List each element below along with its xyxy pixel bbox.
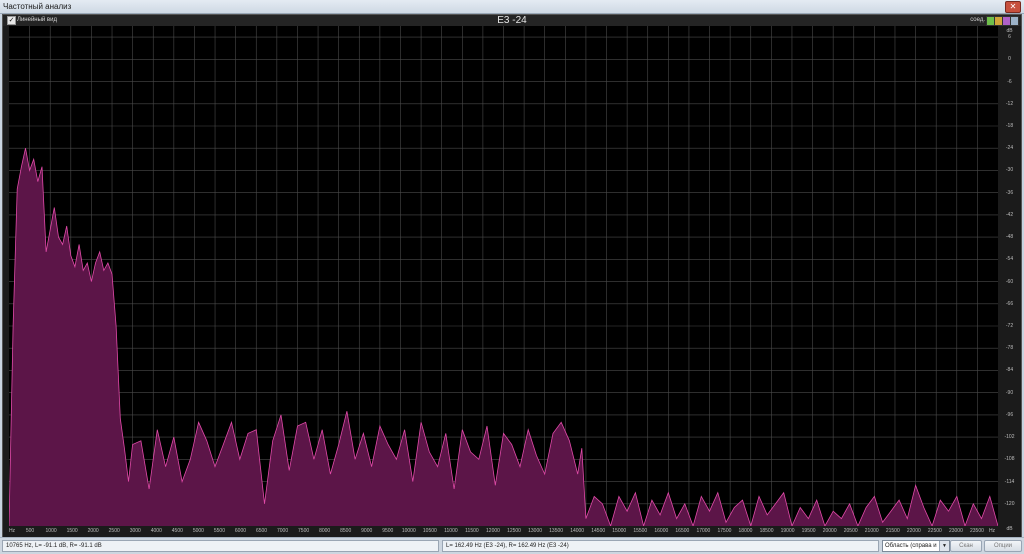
spectrum-panel: ✓ Линейный вид E3 -24 соед. dB dB 6 0 -6 -1…	[2, 14, 1022, 540]
x-tick-label: 18500	[759, 528, 774, 534]
x-tick-label: 1500	[66, 528, 78, 534]
x-tick-label: 21500	[885, 528, 900, 534]
y-tick-label: -36	[1005, 189, 1014, 196]
x-tick-label: 13000	[528, 528, 543, 534]
spectrum-chart	[9, 26, 998, 526]
window-titlebar: Частотный анализ ✕	[0, 0, 1024, 14]
x-axis: Hz Hz 500 1000 1500 2000 2500 3000 4000 4500 500…	[9, 526, 998, 537]
x-tick-label: 7000	[276, 528, 289, 534]
x-tick-label: 17500	[717, 528, 732, 534]
x-tick-label: 8500	[340, 528, 352, 534]
x-tick-label: 20500	[843, 528, 858, 534]
x-tick-label: 5500	[213, 528, 225, 534]
y-tick-label: 0	[1008, 56, 1011, 63]
x-tick-label: 5000	[192, 528, 204, 534]
peak-readout: L= 162.49 Hz (E3 -24), R= 162.49 Hz (E3 …	[442, 540, 879, 552]
x-tick-label: 19500	[801, 528, 816, 534]
x-tick-label: 14000	[570, 528, 585, 534]
y-tick-label: -96	[1005, 411, 1014, 418]
x-tick-label: 15500	[633, 528, 648, 534]
x-tick-label: 14500	[591, 528, 606, 534]
close-button[interactable]: ✕	[1005, 1, 1021, 13]
x-tick-label: 20000	[822, 528, 837, 534]
region-select[interactable]: Область (справа и ▼	[882, 540, 950, 552]
x-tick-label: 17000	[696, 528, 711, 534]
options-button[interactable]: Опции	[984, 540, 1022, 552]
spectrum-toolbar: ✓ Линейный вид E3 -24 соед.	[3, 15, 1021, 26]
x-tick-label: 19000	[780, 528, 795, 534]
x-tick-label: 6500	[255, 528, 268, 534]
y-unit-top: dB	[1006, 28, 1013, 34]
x-tick-label: 2500	[108, 528, 120, 534]
x-tick-label: 4500	[171, 528, 183, 534]
y-tick-label: -72	[1005, 323, 1014, 329]
x-tick-label: 23500	[970, 528, 984, 534]
spectrum-plot[interactable]	[9, 26, 998, 540]
y-tick-label: -6	[1007, 78, 1012, 85]
x-tick-label: 3000	[129, 528, 141, 534]
y-tick-label: -42	[1005, 211, 1014, 218]
scan-button[interactable]: Скан	[950, 540, 982, 552]
y-axis: dB dB 6 0 -6 -12 -18 -24 -30 -36 -42 -48 -54 -60 -66…	[998, 26, 1021, 540]
y-tick-label: -108	[1004, 456, 1015, 463]
x-tick-label: 12000	[486, 528, 500, 534]
x-tick-label: 8000	[319, 528, 331, 534]
y-tick-label: -84	[1005, 367, 1014, 374]
x-tick-label: 7500	[298, 528, 310, 534]
y-tick-label: -120	[1004, 500, 1015, 507]
y-tick-label: -102	[1004, 434, 1015, 441]
window-title: Частотный анализ	[3, 2, 72, 11]
x-tick-label: 2000	[87, 528, 99, 534]
right-label: соед.	[970, 17, 985, 23]
y-tick-label: -18	[1005, 123, 1014, 129]
x-tick-label: 9500	[382, 528, 394, 534]
y-tick-label: 6	[1008, 34, 1011, 41]
region-select-value: Область (справа и	[885, 543, 937, 549]
x-tick-label: 10000	[401, 528, 416, 534]
y-tick-label: -114	[1004, 478, 1015, 485]
y-tick-label: -30	[1005, 167, 1014, 174]
y-tick-label: -54	[1005, 256, 1014, 263]
y-unit-bottom: dB	[1006, 526, 1013, 532]
y-tick-label: -12	[1005, 100, 1014, 107]
x-unit-right: Hz	[988, 528, 996, 534]
x-tick-label: 15000	[612, 528, 627, 534]
x-tick-label: 6000	[234, 528, 247, 534]
y-tick-label: -48	[1005, 234, 1014, 241]
blue-toggle-button[interactable]	[1010, 16, 1019, 26]
cursor-readout: 10765 Hz, L= -91.1 dB, R= -91.1 dB	[2, 540, 439, 552]
y-tick-label: -78	[1005, 345, 1014, 352]
x-tick-label: 500	[25, 528, 35, 534]
x-tick-label: 16000	[654, 528, 669, 534]
x-tick-label: 16500	[675, 528, 690, 534]
x-tick-label: 9000	[361, 528, 373, 534]
x-tick-label: 12500	[507, 528, 521, 534]
x-tick-label: 1000	[45, 528, 57, 534]
x-tick-label: 11000	[444, 528, 458, 534]
chevron-down-icon: ▼	[939, 541, 949, 551]
x-tick-label: 13500	[549, 528, 564, 534]
x-unit-left: Hz	[8, 528, 16, 534]
x-tick-label: 10500	[422, 528, 437, 534]
x-tick-label: 4000	[150, 528, 162, 534]
y-tick-label: -60	[1005, 278, 1014, 285]
x-tick-label: 18000	[738, 528, 753, 534]
y-tick-label: -90	[1005, 389, 1014, 396]
y-tick-label: -24	[1005, 145, 1014, 152]
x-tick-label: 22500	[927, 528, 942, 534]
y-tick-label: -66	[1005, 300, 1014, 307]
x-tick-label: 11500	[465, 528, 479, 534]
x-tick-label: 21000	[864, 528, 879, 534]
chart-title: E3 -24	[497, 15, 527, 26]
x-tick-label: 23000	[948, 528, 963, 534]
x-tick-label: 22000	[906, 528, 921, 534]
status-bar: 10765 Hz, L= -91.1 dB, R= -91.1 dB L= 16…	[0, 537, 1024, 554]
